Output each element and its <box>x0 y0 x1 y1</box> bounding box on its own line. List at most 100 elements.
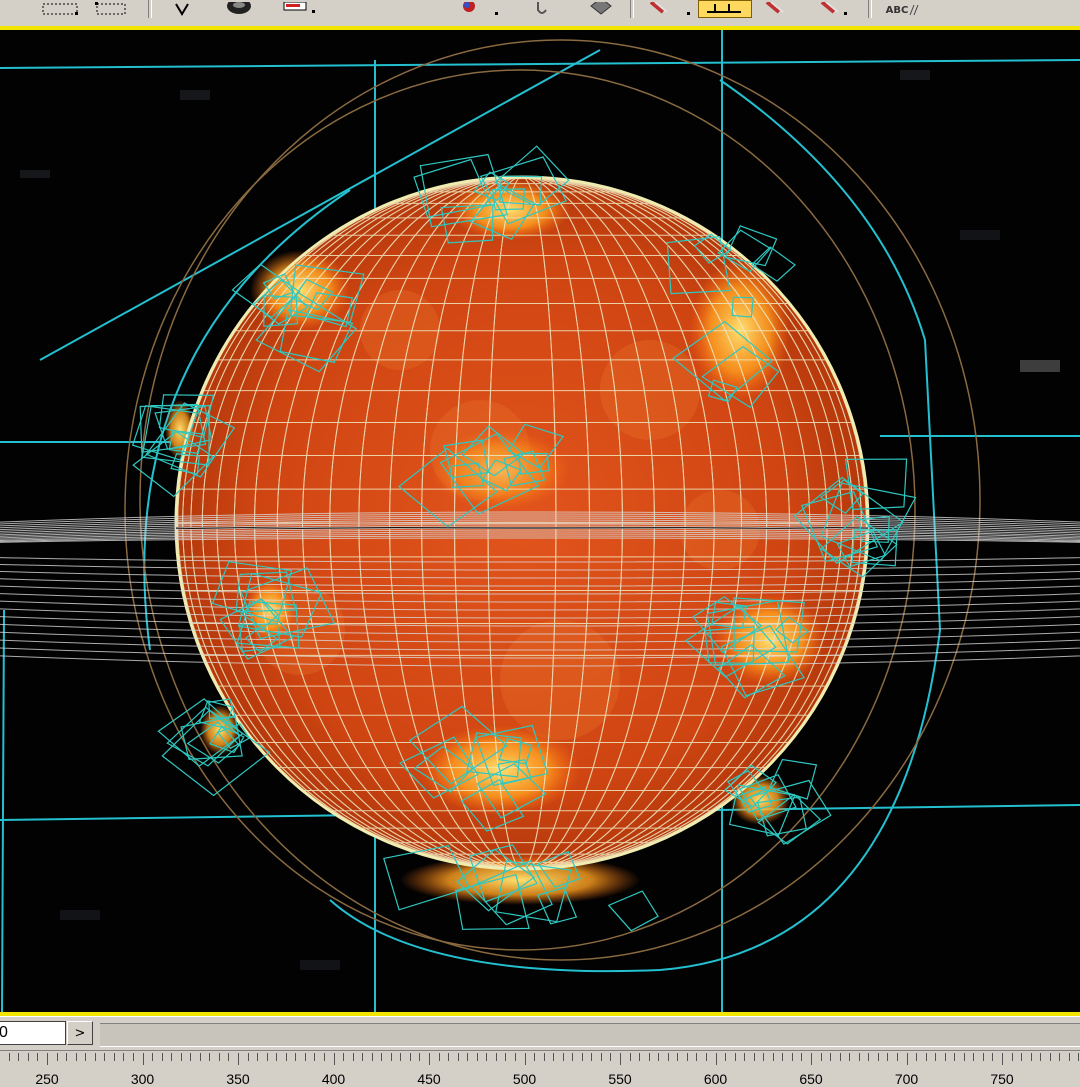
ruler-tick <box>180 1053 182 1061</box>
ruler-tick <box>409 1053 411 1061</box>
ruler-major-tick <box>142 1053 144 1065</box>
ruler-tick <box>591 1053 593 1061</box>
ruler-tick <box>94 1053 96 1061</box>
ruler-tick <box>1040 1053 1042 1061</box>
ruler-tick <box>639 1053 641 1061</box>
material-editor-icon[interactable] <box>280 0 320 20</box>
ruler-tick <box>438 1053 440 1061</box>
schematic-view-icon[interactable] <box>760 0 790 20</box>
render-setup-icon[interactable] <box>812 0 852 20</box>
ruler-tick <box>400 1053 402 1061</box>
timeline-ruler[interactable]: 250 300 350 400 450 500 550 600 650 700 750 <box>0 1050 1080 1087</box>
curve-editor-icon[interactable] <box>698 0 752 18</box>
spinner-snap-icon[interactable] <box>530 0 554 20</box>
ruler-tick <box>152 1053 154 1061</box>
ruler-tick <box>581 1053 583 1061</box>
perspective-viewport[interactable] <box>0 26 1080 1016</box>
frame-number-field[interactable]: 0 <box>0 1021 66 1045</box>
ruler-major-tick <box>715 1053 717 1065</box>
ruler-tick <box>944 1053 946 1061</box>
ruler-label: 300 <box>130 1071 155 1087</box>
window-crossing-icon[interactable] <box>92 0 132 20</box>
viewport-scene <box>0 30 1080 1012</box>
ruler-major-tick <box>811 1053 812 1065</box>
ruler-tick <box>868 1053 870 1061</box>
ruler-tick <box>610 1053 612 1061</box>
ruler-tick <box>1068 1053 1070 1061</box>
ruler-tick <box>390 1053 392 1061</box>
ruler-tick <box>218 1053 220 1061</box>
ruler-tick <box>257 1053 259 1061</box>
ruler-tick <box>925 1053 927 1061</box>
ruler-tick <box>266 1053 268 1061</box>
ruler-tick <box>8 1053 10 1061</box>
ruler-tick <box>323 1053 325 1061</box>
ruler-tick <box>830 1053 832 1061</box>
ruler-tick <box>505 1053 507 1061</box>
ruler-major-tick <box>429 1053 430 1065</box>
ruler-tick <box>543 1053 545 1061</box>
text-tool-label: ABC <box>885 4 909 16</box>
ruler-tick <box>916 1053 918 1061</box>
ruler-tick <box>696 1053 698 1061</box>
time-slider-track[interactable] <box>100 1023 1080 1047</box>
ruler-tick <box>887 1053 889 1061</box>
ruler-tick <box>686 1053 688 1061</box>
quick-render-icon[interactable]: ABC <box>880 0 926 20</box>
ruler-major-tick <box>238 1053 239 1065</box>
ruler-tick <box>935 1053 937 1061</box>
ruler-major-tick <box>47 1053 48 1065</box>
ruler-tick <box>849 1053 851 1061</box>
ruler-tick <box>744 1053 746 1061</box>
select-region-icon[interactable] <box>40 0 82 20</box>
mirror-icon[interactable] <box>586 0 616 20</box>
select-and-move-icon[interactable] <box>170 0 194 20</box>
align-icon[interactable] <box>644 0 694 20</box>
ruler-tick <box>419 1053 421 1061</box>
ruler-tick <box>1021 1053 1023 1061</box>
ruler-tick <box>1011 1053 1013 1061</box>
ruler-tick <box>753 1053 755 1061</box>
ruler-tick <box>553 1053 555 1061</box>
ruler-major-tick <box>333 1053 335 1065</box>
ruler-tick <box>276 1053 278 1061</box>
ruler-tick <box>199 1053 201 1061</box>
ruler-label: 350 <box>226 1071 250 1087</box>
ruler-tick <box>1078 1053 1080 1061</box>
ruler-tick <box>963 1053 965 1061</box>
ruler-tick <box>486 1053 488 1061</box>
snaps-toggle-icon[interactable] <box>452 0 502 20</box>
ruler-major-tick <box>1002 1053 1003 1065</box>
ruler-major-tick <box>524 1053 526 1065</box>
ruler-tick <box>877 1053 879 1061</box>
ruler-tick <box>1049 1053 1051 1061</box>
ruler-tick <box>467 1053 469 1061</box>
ruler-tick <box>314 1053 316 1061</box>
ruler-tick <box>896 1053 898 1061</box>
ruler-label: 250 <box>35 1071 59 1087</box>
ruler-tick <box>667 1053 669 1061</box>
ruler-tick <box>113 1053 115 1061</box>
ruler-tick <box>734 1053 736 1061</box>
ruler-label: 500 <box>512 1071 537 1087</box>
ruler-major-tick <box>620 1053 621 1065</box>
ruler-tick <box>982 1053 984 1061</box>
ruler-tick <box>209 1053 211 1061</box>
ruler-tick <box>629 1053 631 1061</box>
ruler-tick <box>534 1053 536 1061</box>
ruler-tick <box>75 1053 77 1061</box>
ruler-tick <box>954 1053 956 1061</box>
ruler-label: 400 <box>321 1071 346 1087</box>
ruler-tick <box>352 1053 354 1061</box>
ruler-label: 600 <box>703 1071 728 1087</box>
ruler-label: 550 <box>608 1071 632 1087</box>
ruler-tick <box>801 1053 803 1061</box>
ruler-tick <box>66 1053 68 1061</box>
ruler-tick <box>562 1053 564 1061</box>
ruler-tick <box>514 1053 516 1061</box>
ruler-label: 750 <box>990 1071 1014 1087</box>
ruler-tick <box>839 1053 841 1061</box>
ruler-tick <box>285 1053 287 1061</box>
render-shade-icon[interactable] <box>222 0 256 20</box>
next-frame-button[interactable]: > <box>67 1021 93 1045</box>
